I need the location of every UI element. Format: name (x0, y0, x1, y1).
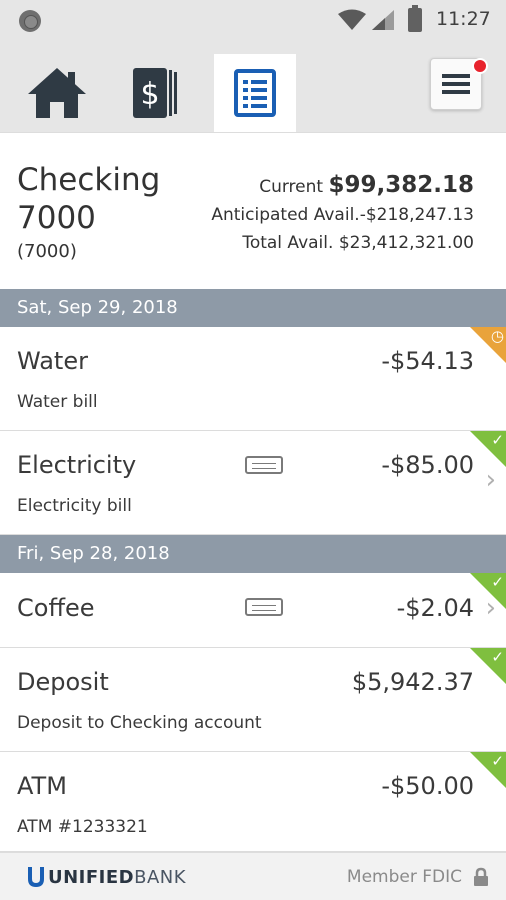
document-list-icon (234, 69, 276, 117)
logo-text-thin: BANK (134, 866, 187, 888)
member-fdic-label: Member FDIC (346, 867, 462, 887)
status-bar: 11:27 (0, 0, 506, 40)
transaction-title: Electricity (17, 451, 137, 479)
card-icon (245, 456, 283, 474)
transaction-title: Deposit (17, 668, 109, 696)
tab-activity[interactable] (214, 54, 296, 132)
chevron-right-icon: › (485, 465, 496, 495)
check-icon: ✓ (491, 431, 504, 449)
svg-text:$: $ (140, 77, 159, 112)
transaction-amount: -$50.00 (381, 772, 474, 800)
check-icon: ✓ (491, 752, 504, 770)
check-icon: ✓ (491, 573, 504, 591)
hamburger-icon (442, 74, 470, 94)
anticipated-label: Anticipated Avail. (211, 205, 360, 225)
tab-accounts[interactable]: $ (115, 54, 197, 132)
total-balance-row: Total Avail. $23,412,321.00 (211, 229, 474, 257)
tab-bar: $ (0, 40, 506, 132)
transaction-description: ATM #1233321 (17, 817, 148, 837)
transaction-description: Deposit to Checking account (17, 713, 262, 733)
account-number: (7000) (17, 241, 77, 262)
notification-circle-icon (19, 10, 41, 32)
tab-home[interactable] (16, 54, 98, 132)
dollar-cards-icon: $ (133, 68, 177, 118)
card-icon (245, 598, 283, 616)
logo-text-bold: UNIFIED (48, 866, 135, 888)
transaction-row[interactable]: Deposit Deposit to Checking account $5,9… (0, 648, 506, 752)
date-header: Fri, Sep 28, 2018 (0, 535, 506, 573)
transaction-title: Water (17, 347, 88, 375)
date-header: Sat, Sep 29, 2018 (0, 289, 506, 327)
check-icon: ✓ (491, 648, 504, 666)
transaction-amount: $5,942.37 (351, 668, 474, 696)
current-value: $99,382.18 (328, 172, 474, 198)
anticipated-value: -$218,247.13 (359, 205, 474, 225)
account-summary[interactable]: Checking 7000 (7000) Current $99,382.18 … (0, 132, 506, 289)
transaction-title: Coffee (17, 594, 95, 622)
signal-icon (372, 10, 394, 30)
clock-icon: ◷ (490, 327, 504, 345)
transaction-amount: -$2.04 (396, 594, 474, 622)
transaction-amount: -$54.13 (381, 347, 474, 375)
current-label: Current (259, 177, 324, 197)
footer: UNIFIEDBANK Member FDIC (0, 852, 506, 900)
logo-text: UNIFIEDBANK (48, 867, 186, 888)
transaction-row[interactable]: Coffee -$2.04 › ✓ (0, 573, 506, 648)
anticipated-balance-row: Anticipated Avail.-$218,247.13 (211, 201, 474, 229)
status-time: 11:27 (436, 8, 491, 30)
logo-mark-icon (28, 867, 44, 888)
transaction-row[interactable]: Water Water bill -$54.13 ◷ (0, 327, 506, 431)
transaction-row[interactable]: ATM ATM #1233321 -$50.00 ✓ (0, 752, 506, 852)
account-balances: Current $99,382.18 Anticipated Avail.-$2… (211, 171, 474, 257)
home-icon (28, 68, 86, 118)
account-name: Checking 7000 (17, 162, 161, 236)
notification-badge (472, 58, 488, 74)
current-balance-row: Current $99,382.18 (211, 171, 474, 201)
lock-icon (474, 867, 488, 886)
transaction-description: Water bill (17, 392, 98, 412)
total-label: Total Avail. (242, 233, 334, 253)
unified-bank-logo: UNIFIEDBANK (26, 865, 186, 889)
battery-icon (408, 5, 422, 32)
transaction-amount: -$85.00 (381, 451, 474, 479)
transaction-title: ATM (17, 772, 67, 800)
total-value: $23,412,321.00 (338, 233, 474, 253)
transaction-description: Electricity bill (17, 496, 132, 516)
wifi-icon (338, 9, 366, 30)
transaction-row[interactable]: Electricity Electricity bill -$85.00 › ✓ (0, 431, 506, 535)
